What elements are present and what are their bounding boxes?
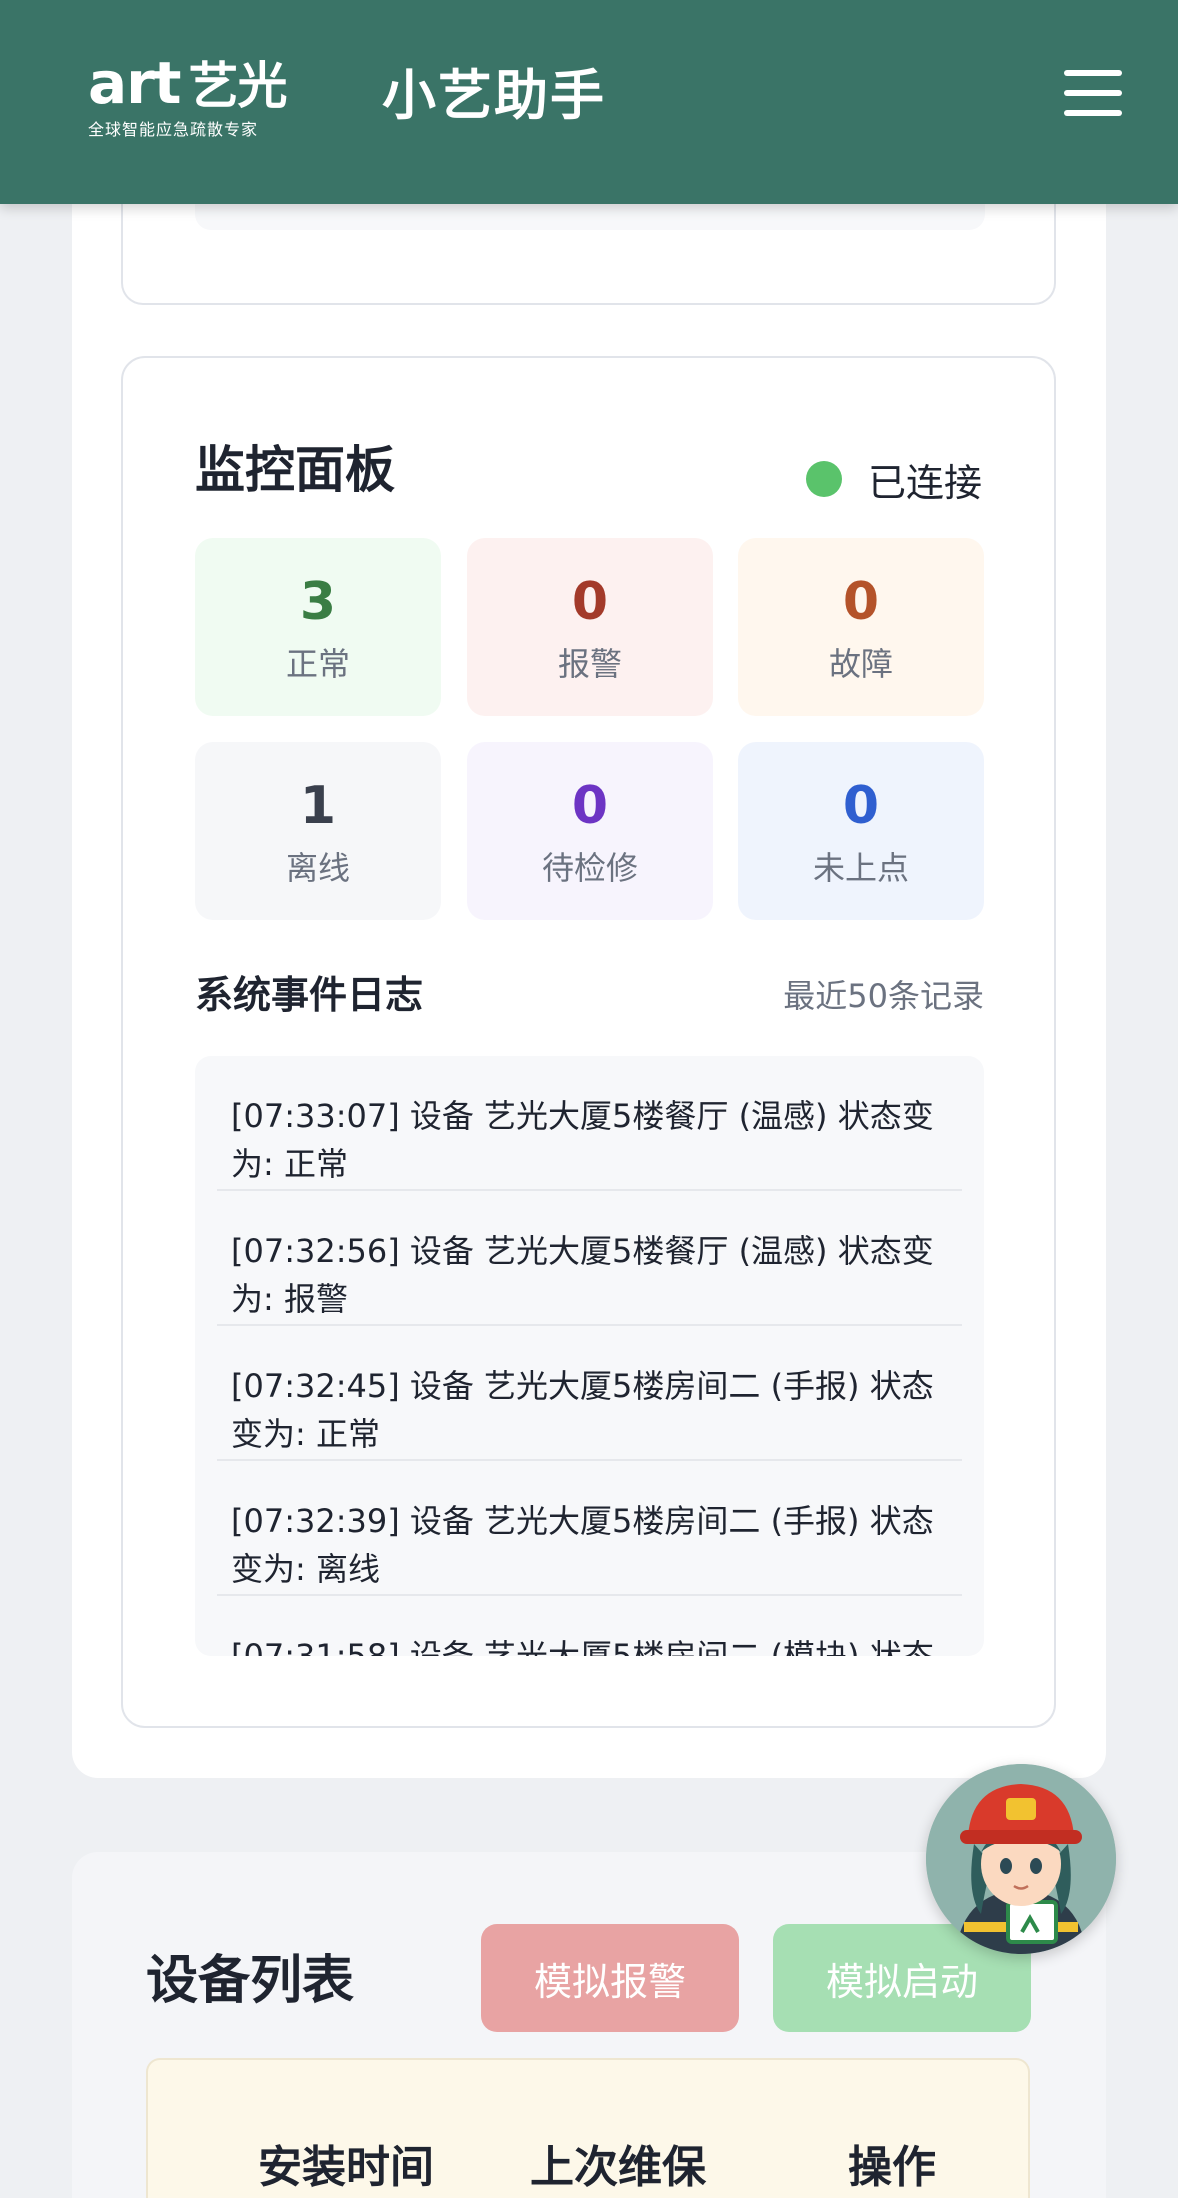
status-dot-icon — [805, 461, 842, 497]
column-header-last-maintenance: 上次维保 — [530, 2142, 706, 2193]
logo-wordmark: art — [88, 49, 181, 117]
stat-value: 0 — [842, 776, 880, 836]
stat-value: 3 — [299, 572, 337, 632]
connection-status: 已连接 — [805, 454, 982, 505]
log-entry: [07:32:39] 设备 艺光大厦5楼房间二 (手报) 状态变为: 离线 — [217, 1461, 962, 1596]
monitor-panel: 监控面板 已连接 3 正常 0 报警 0 故障 1 离线 0 待检修 0 未上点… — [121, 356, 1056, 1728]
log-entry: [07:33:07] 设备 艺光大厦5楼餐厅 (温感) 状态变为: 正常 — [217, 1056, 962, 1191]
stat-fault[interactable]: 0 故障 — [738, 538, 984, 716]
device-table: 安装时间 上次维保 操作 — [146, 2058, 1030, 2198]
event-log-header: 系统事件日志 最近50条记录 — [195, 970, 984, 1020]
connection-label: 已连接 — [867, 460, 982, 505]
monitor-title: 监控面板 — [195, 441, 395, 499]
column-header-install-time: 安装时间 — [258, 2142, 434, 2193]
stat-pending-repair[interactable]: 0 待检修 — [467, 742, 713, 920]
app-header: art 艺光 全球智能应急疏散专家 小艺助手 — [0, 0, 1178, 204]
brand-logo: art 艺光 全球智能应急疏散专家 — [88, 54, 298, 140]
logo-tagline: 全球智能应急疏散专家 — [88, 120, 259, 139]
simulate-alarm-button[interactable]: 模拟报警 — [481, 1924, 739, 2032]
stat-normal[interactable]: 3 正常 — [195, 538, 441, 716]
stat-not-registered[interactable]: 0 未上点 — [738, 742, 984, 920]
stat-value: 1 — [299, 776, 337, 836]
log-entry: [07:32:56] 设备 艺光大厦5楼餐厅 (温感) 状态变为: 报警 — [217, 1191, 962, 1326]
log-entry: [07:32:45] 设备 艺光大厦5楼房间二 (手报) 状态变为: 正常 — [217, 1326, 962, 1461]
firefighter-assistant-avatar-icon[interactable] — [926, 1764, 1116, 1954]
stat-label: 报警 — [557, 645, 622, 683]
event-log-title: 系统事件日志 — [195, 973, 424, 1017]
log-entry: [07:31:58] 设备 艺光大厦5楼房间二 (模块) 状态变为: 正常 — [231, 1637, 934, 1656]
stat-label: 未上点 — [812, 849, 909, 887]
stat-offline[interactable]: 1 离线 — [195, 742, 441, 920]
logo-chinese: 艺光 — [188, 57, 287, 115]
stat-label: 离线 — [285, 849, 350, 887]
event-log-list[interactable]: [07:33:07] 设备 艺光大厦5楼餐厅 (温感) 状态变为: 正常 [07… — [195, 1056, 984, 1656]
stat-value: 0 — [571, 776, 609, 836]
stat-value: 0 — [842, 572, 880, 632]
column-header-actions: 操作 — [848, 2142, 936, 2193]
stat-alarm[interactable]: 0 报警 — [467, 538, 713, 716]
stat-value: 0 — [571, 572, 609, 632]
stat-label: 正常 — [285, 645, 350, 683]
event-log-subtitle: 最近50条记录 — [783, 977, 984, 1015]
app-title: 小艺助手 — [382, 64, 606, 127]
stat-label: 待检修 — [541, 849, 638, 887]
hamburger-menu-icon[interactable] — [1064, 70, 1122, 122]
stat-label: 故障 — [828, 645, 893, 683]
device-list-title: 设备列表 — [146, 1951, 355, 2011]
